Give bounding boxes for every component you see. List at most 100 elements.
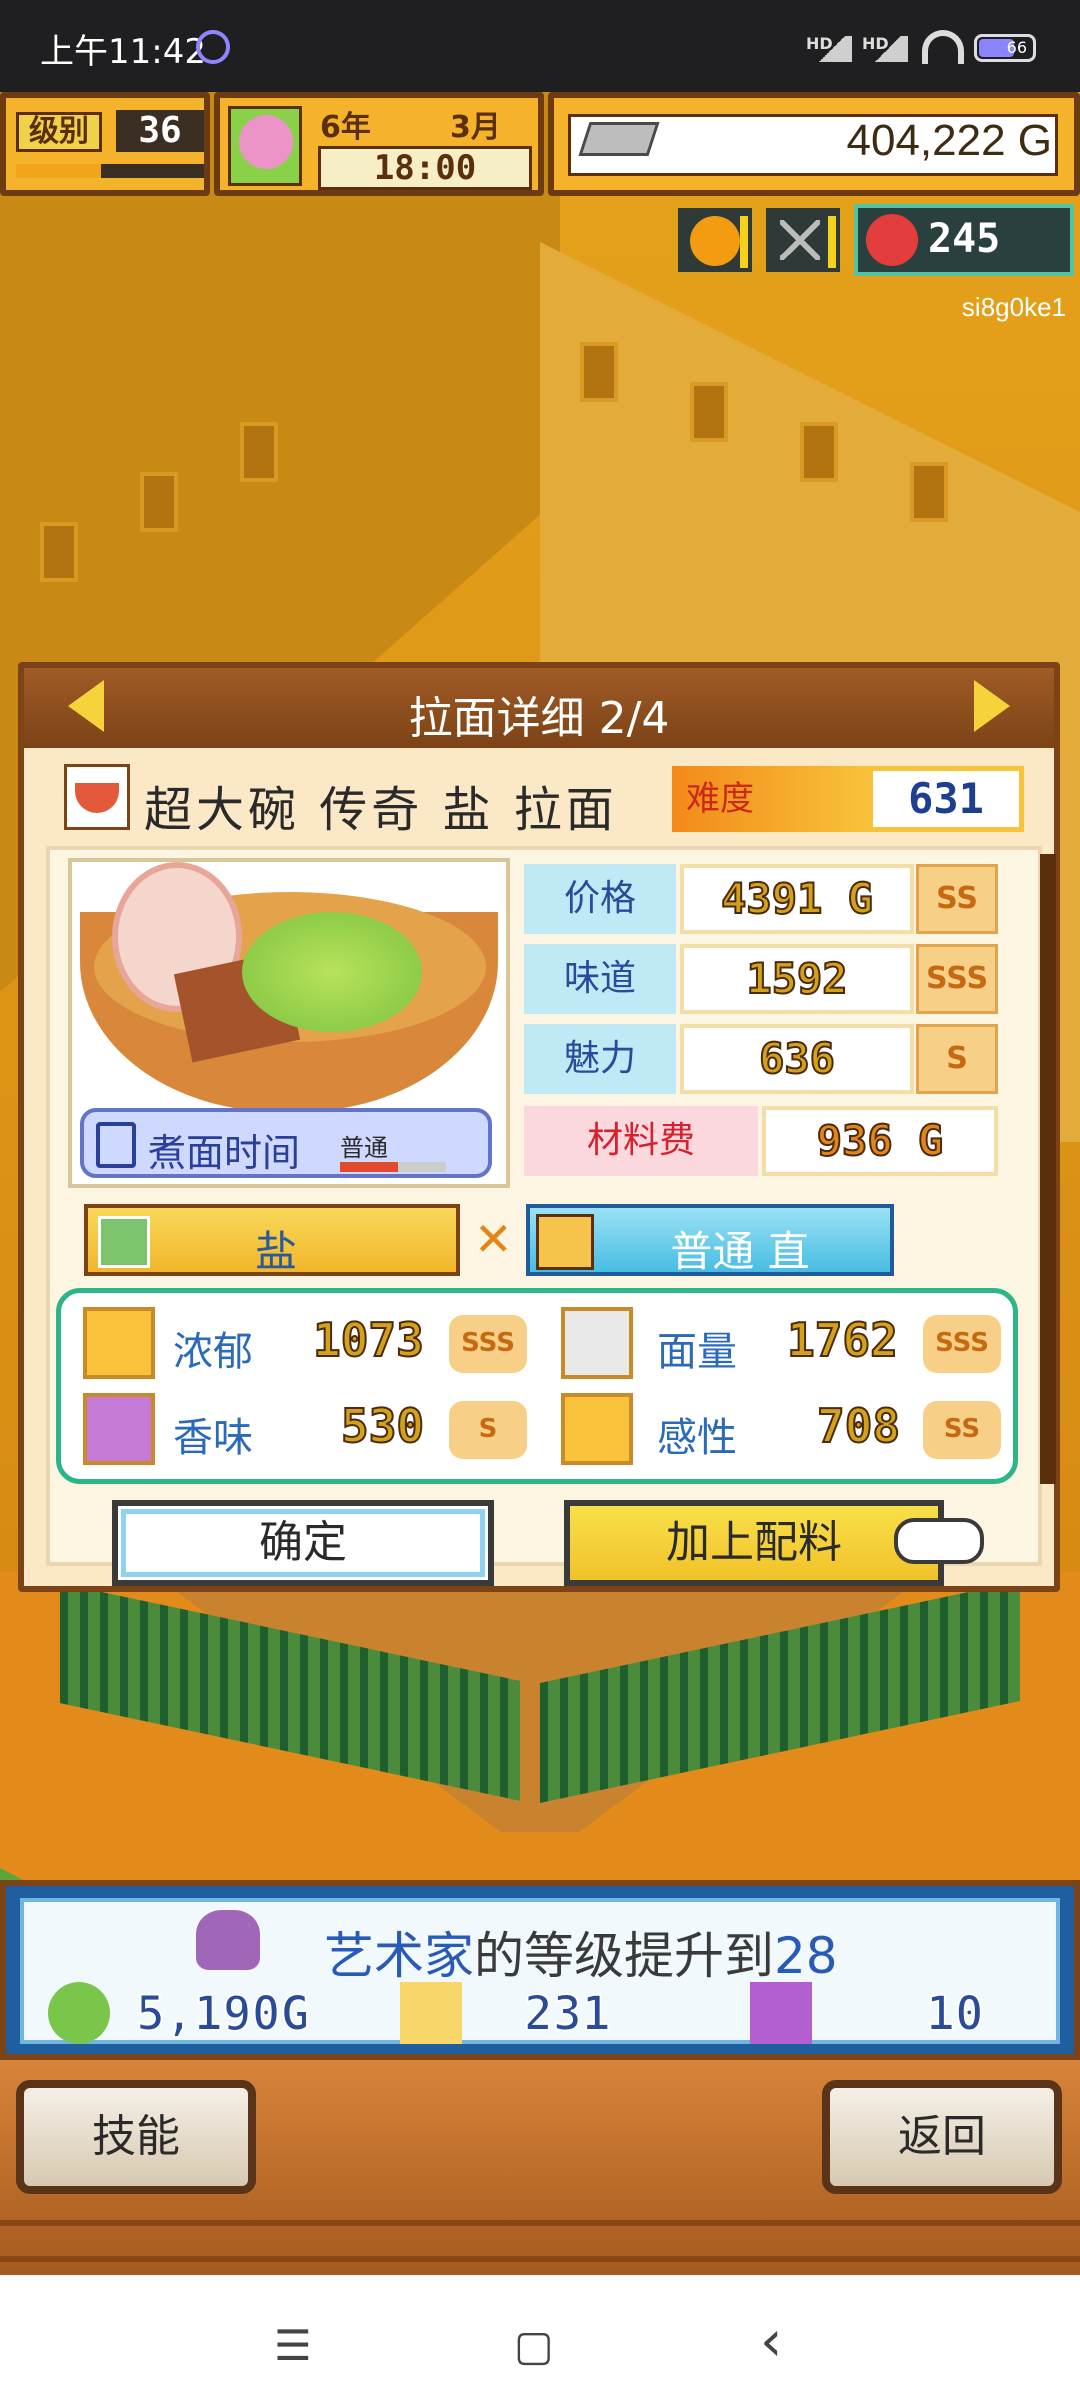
new-level: 28 [774,1927,838,1985]
purple-creature-icon [750,1982,812,2044]
rice-bowl-icon [561,1307,633,1379]
level-up-notice: 艺术家的等级提升到28 5,190G 231 10 [0,1880,1080,2060]
cook-time-value: 普通 [340,1134,388,1162]
building-window [910,462,948,522]
attr-value: 1073 [312,1312,425,1368]
back-nav-icon[interactable]: ‹ [760,2309,782,2374]
ramen-name: 超大碗 传奇 盐 拉面 [144,782,618,838]
wood-plank-line [0,2220,1080,2226]
silver-bar-icon [578,122,660,156]
notice-message: 艺术家的等级提升到28 [324,1916,838,1988]
signal-bars-icon-2 [868,36,908,62]
cook-time-bar [340,1162,446,1172]
stat-row-taste: 味道 1592 SSS [524,944,1004,1014]
cook-time-button[interactable]: 煮面时间 普通 [80,1108,492,1178]
building-window [140,472,178,532]
reward-value: 231 [523,1985,612,2043]
stat-value: 1592 [680,944,914,1014]
stat-row-charm: 魅力 636 S [524,1024,1004,1094]
confirm-button[interactable]: 确定 [112,1500,494,1586]
back-button[interactable]: 返回 [822,2080,1062,2194]
player-tag: si8g0ke1 [961,292,1066,322]
attr-label: 面量 [657,1329,737,1375]
scrollbar[interactable] [1040,854,1056,1484]
skills-button[interactable]: 技能 [16,2080,256,2194]
money-panel: 404,222 G [548,92,1080,196]
stat-row-material-cost: 材料费 936 G [524,1106,1004,1176]
level-progress-fill [16,164,101,178]
menu-icon[interactable]: ☰ [274,2321,312,2370]
attr-label: 浓郁 [173,1329,253,1375]
soup-noodle-combo: 盐 ✕ 普通 直 [84,1204,1016,1276]
rank-badge: SSS [923,1315,1001,1373]
difficulty-value: 631 [868,766,1024,832]
satisfaction-icon[interactable] [674,204,756,276]
battery-icon: 66 [974,34,1036,62]
building-window [240,422,278,482]
stat-label: 魅力 [524,1024,676,1094]
alarm-icon [196,30,230,64]
tools-icon[interactable] [762,204,844,276]
reward-spoon: 231 [400,1982,660,2046]
rank-badge: SSS [916,944,998,1014]
pointing-hand-icon [894,1518,984,1564]
rank-badge: SS [916,864,998,934]
ramen-bowl-icon [64,764,130,830]
rank-badge: SS [923,1401,1001,1459]
money-bag-icon [48,1982,110,2044]
attr-aroma: 香味 530 S [83,1393,543,1473]
home-icon[interactable]: ▢ [514,2321,554,2370]
ramen-name-row: 超大碗 传奇 盐 拉面 难度 631 [64,764,1024,838]
difficulty-label: 难度 [672,766,868,832]
reward-creature: 10 [750,1982,1010,2046]
noodle-icon [536,1214,594,1270]
status-icons: 245 [674,204,1074,276]
noodle-select-button[interactable]: 普通 直 [526,1204,894,1276]
spoon-icon [400,1982,462,2044]
level-progress-bar [16,164,204,178]
material-value: 936 G [762,1106,998,1176]
add-topping-button[interactable]: 加上配料 [564,1500,944,1586]
system-nav-bar: ☰ ▢ ‹ [0,2275,1080,2400]
stat-value: 636 [680,1024,914,1094]
attr-sensibility: 感性 708 SS [561,1393,1011,1473]
status-bar: 上午11:42 HD HD 66 [0,0,1080,92]
material-label: 材料费 [524,1106,758,1176]
reward-value: 10 [925,1985,985,2043]
attr-volume: 面量 1762 SSS [561,1307,1011,1387]
stat-value: 4391 G [680,864,914,934]
artist-avatar-icon [196,1910,260,1970]
rank-badge: S [449,1401,527,1459]
level-panel: 级别 36 [0,92,210,196]
level-label: 级别 [16,112,102,152]
soup-label: 盐 [254,1227,297,1276]
building-window [580,342,618,402]
cherry-tree-icon [228,106,302,186]
bottom-bar: 技能 返回 [0,2060,1080,2275]
cook-time-label: 煮面时间 [148,1131,301,1175]
date-panel[interactable]: 6年 3月 18:00 [214,92,544,196]
reward-money: 5,190G [48,1982,348,2046]
money-value: 404,222 G [846,116,1053,165]
attributes-panel: 浓郁 1073 SSS 面量 1762 SSS 香味 530 S 感性 708 … [56,1288,1018,1484]
alert-icon [866,214,918,266]
soup-select-button[interactable]: 盐 [84,1204,460,1276]
year-text: 6年 [320,110,371,145]
attr-value: 708 [816,1398,901,1454]
attr-label: 感性 [657,1415,737,1461]
game-clock: 18:00 [318,146,532,190]
attr-richness: 浓郁 1073 SSS [83,1307,543,1387]
clock-text: 上午11:42 [40,32,206,72]
stat-row-price: 价格 4391 G SS [524,864,1004,934]
alert-counter[interactable]: 245 [854,204,1074,276]
stat-label: 味道 [524,944,676,1014]
attr-value: 1762 [786,1312,899,1368]
next-arrow-icon[interactable] [974,680,1010,732]
aroma-icon [83,1393,155,1465]
attr-value: 530 [340,1398,425,1454]
notice-body: 艺术家的等级提升到28 5,190G 231 10 [20,1898,1060,2044]
level-value: 36 [116,110,204,152]
rank-badge: S [916,1024,998,1094]
stat-label: 价格 [524,864,676,934]
message-text: 的等级提升到 [474,1927,774,1985]
